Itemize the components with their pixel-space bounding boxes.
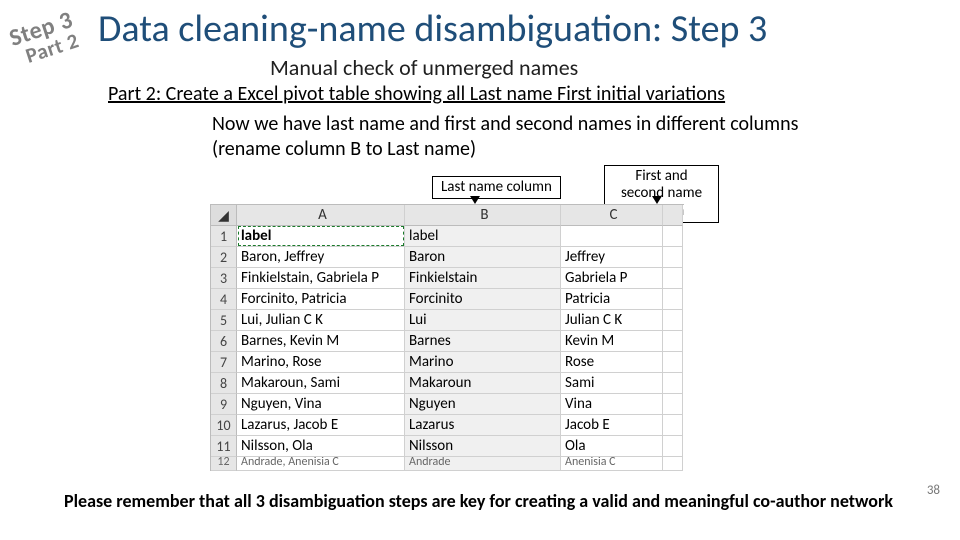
corner-cell: ◢ — [211, 205, 237, 226]
slide-title: Data cleaning-name disambiguation: Step … — [98, 6, 767, 52]
excel-table: ◢ A B C 1 label label 2Baron, JeffreyBar… — [210, 204, 684, 471]
table-row-truncated: 12Andrade, Anenisia CAndradeAnenisia C — [211, 457, 684, 471]
footer-text: Please remember that all 3 disambiguatio… — [64, 490, 893, 512]
callout-lastname: Last name column — [432, 176, 561, 199]
step-stamp: Step 3 Part 2 — [7, 9, 82, 70]
col-header-c: C — [561, 205, 663, 226]
table-row: 3Finkielstain, Gabriela PFinkielstainGab… — [211, 268, 684, 289]
table-row: 4Forcinito, PatriciaForcinitoPatricia — [211, 289, 684, 310]
table-row: 11Nilsson, OlaNilssonOla — [211, 436, 684, 457]
table-row: 6Barnes, Kevin MBarnesKevin M — [211, 331, 684, 352]
table-row: 9Nguyen, VinaNguyenVina — [211, 394, 684, 415]
col-header-a: A — [237, 205, 405, 226]
table-row: 2Baron, JeffreyBaronJeffrey — [211, 247, 684, 268]
part-heading: Part 2: Create a Excel pivot table showi… — [108, 82, 725, 106]
table-header-row: ◢ A B C — [211, 205, 684, 226]
table-row: 10Lazarus, Jacob ELazarusJacob E — [211, 415, 684, 436]
page-number: 38 — [927, 483, 940, 498]
arrow-icon — [652, 196, 662, 204]
table-row: 1 label label — [211, 226, 684, 247]
col-header-d — [663, 205, 683, 226]
slide-subtitle: Manual check of unmerged names — [270, 54, 578, 81]
body-text: Now we have last name and first and seco… — [212, 112, 812, 162]
table-row: 7Marino, RoseMarinoRose — [211, 352, 684, 373]
table-row: 5Lui, Julian C KLuiJulian C K — [211, 310, 684, 331]
col-header-b: B — [405, 205, 561, 226]
table-row: 8Makaroun, SamiMakarounSami — [211, 373, 684, 394]
arrow-icon — [470, 196, 480, 204]
